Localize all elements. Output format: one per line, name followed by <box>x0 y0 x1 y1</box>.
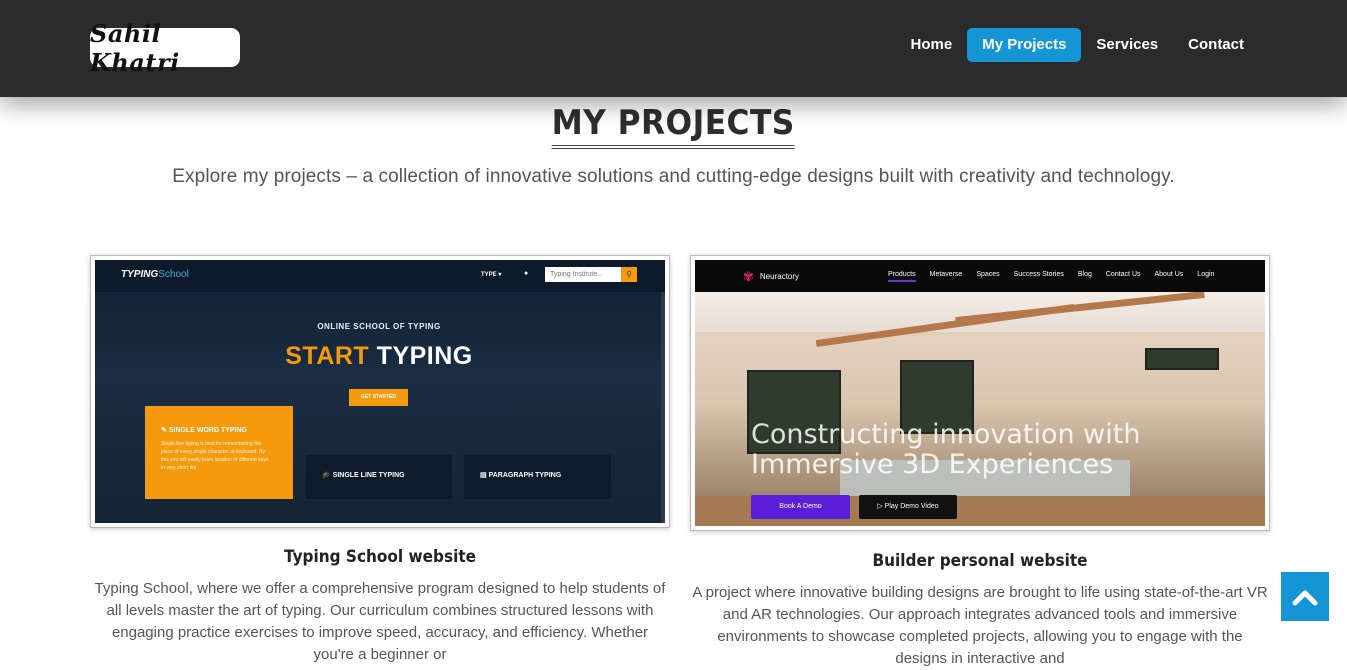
nr-menu: Products Metaverse Spaces Success Storie… <box>888 271 1214 282</box>
nr-book-demo-button: Book A Demo <box>751 495 850 519</box>
project-title-typing-school: Typing School website <box>283 547 477 567</box>
ts-card3-title: ▤ PARAGRAPH TYPING <box>480 471 561 479</box>
graduation-cap-icon: 🎓 <box>322 472 331 479</box>
ts-logo-bold: TYPING <box>121 269 159 280</box>
nav-home[interactable]: Home <box>896 28 968 62</box>
ts-logo: TYPINGSchool <box>121 269 189 280</box>
pencil-icon: ✎ <box>161 427 167 434</box>
book-icon: ▤ <box>480 472 487 479</box>
nav-services[interactable]: Services <box>1081 28 1173 62</box>
ts-card-single-word: ✎ SINGLE WORD TYPING Single line typing … <box>145 406 293 499</box>
page-subtitle: Explore my projects – a collection of in… <box>172 166 1175 187</box>
ts-cta-button: GET STARTED <box>349 389 408 406</box>
nr-menu-item: Success Stories <box>1013 271 1064 278</box>
ts-card-single-line: 🎓 SINGLE LINE TYPING <box>306 455 452 499</box>
project-title-builder: Builder personal website <box>872 551 1088 571</box>
project-card-typing-school-image[interactable]: TYPINGSchool TYPE ▾ ● Typing Institute..… <box>90 255 670 528</box>
ts-headline-rest: TYPING <box>376 342 473 370</box>
ts-card2-title-text: SINGLE LINE TYPING <box>332 472 405 479</box>
brand-logo-icon: ✾ <box>743 269 754 284</box>
nr-menu-item: Contact Us <box>1105 271 1141 278</box>
nr-play-video-button: ▷ Play Demo Video <box>859 495 957 519</box>
nr-menu-item: About Us <box>1154 271 1184 278</box>
scroll-to-top-button[interactable] <box>1281 572 1329 621</box>
ts-card1-title-text: SINGLE WORD TYPING <box>168 427 247 434</box>
nr-menu-item: Blog <box>1077 271 1092 278</box>
page-title: MY PROJECTS <box>551 103 796 149</box>
ts-menu-type: TYPE ▾ <box>481 272 502 278</box>
page-title-wrap: MY PROJECTS <box>0 97 1347 149</box>
project-description-builder: A project where innovative building desi… <box>692 584 1268 667</box>
site-header: Sahil Khatri Home My Projects Services C… <box>0 0 1347 97</box>
ts-card-paragraph: ▤ PARAGRAPH TYPING <box>464 455 611 499</box>
project-description-typing-school: Typing School, where we offer a comprehe… <box>94 580 666 663</box>
typing-school-screenshot: TYPINGSchool TYPE ▾ ● Typing Institute..… <box>95 260 665 523</box>
nr-menu-item: Spaces <box>976 271 1000 278</box>
nr-menu-item: Login <box>1197 271 1215 278</box>
project-card-builder-image[interactable]: ✾ Neuractory Products Metaverse Spaces Su… <box>690 255 1270 531</box>
site-logo[interactable]: Sahil Khatri <box>90 19 240 77</box>
nr-headline: Constructing innovation with Immersive 3… <box>751 420 1140 480</box>
room-window <box>1145 348 1219 370</box>
nav-contact[interactable]: Contact <box>1173 28 1259 62</box>
nr-brand: Neuractory <box>759 272 800 281</box>
search-icon: ⚲ <box>621 267 637 282</box>
nr-logo: ✾ Neuractory <box>743 269 799 285</box>
ts-card1-title: ✎ SINGLE WORD TYPING <box>161 426 247 434</box>
nr-menu-item: Products <box>888 271 916 282</box>
user-icon: ● <box>524 270 529 277</box>
builder-screenshot: ✾ Neuractory Products Metaverse Spaces Su… <box>695 260 1265 526</box>
main-nav: Home My Projects Services Contact <box>896 28 1259 62</box>
ts-logo-rest: School <box>158 269 189 280</box>
nr-headline-line1: Constructing innovation with <box>751 419 1141 450</box>
ts-kicker: ONLINE SCHOOL OF TYPING <box>317 322 441 331</box>
nr-menu-item: Metaverse <box>929 271 963 278</box>
nav-my-projects[interactable]: My Projects <box>967 28 1082 62</box>
ts-card3-title-text: PARAGRAPH TYPING <box>488 472 562 479</box>
ts-headline-accent: START <box>285 342 370 370</box>
ts-card2-title: 🎓 SINGLE LINE TYPING <box>322 471 405 479</box>
ts-card1-text: Single line typing is best for rememberi… <box>161 441 269 471</box>
ts-headline: START TYPING <box>95 342 663 371</box>
nr-headline-line2: Immersive 3D Experiences <box>751 449 1114 480</box>
ts-search-input: Typing Institute... <box>545 267 621 282</box>
chevron-up-icon <box>1292 590 1318 605</box>
